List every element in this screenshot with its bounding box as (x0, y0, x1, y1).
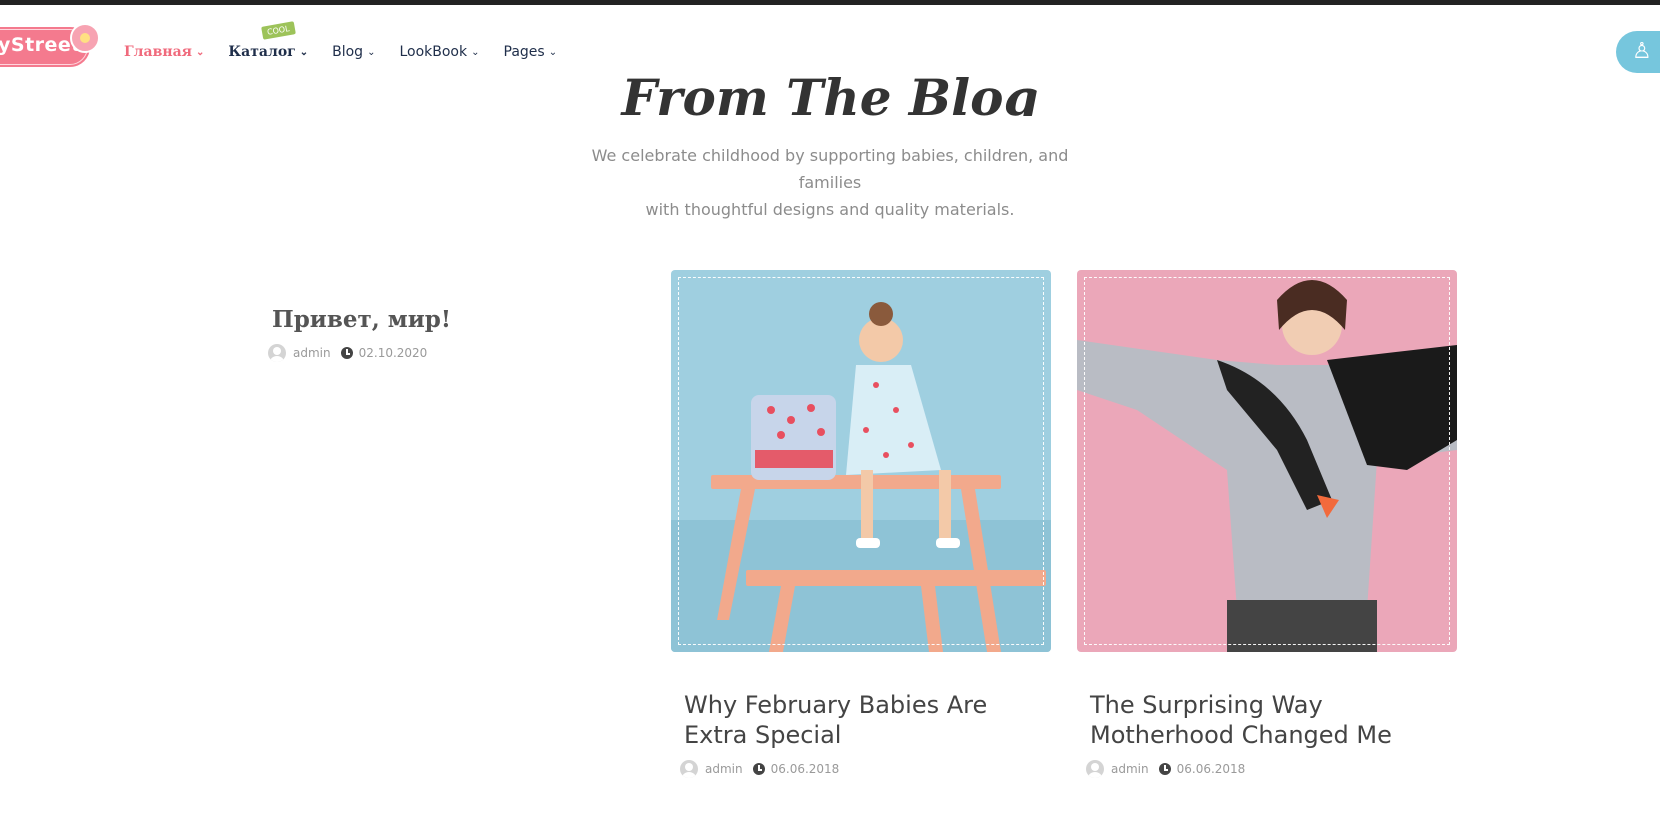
chevron-down-icon: ⌄ (299, 46, 309, 58)
user-icon: ♙ (1632, 39, 1652, 64)
avatar-icon (1086, 760, 1104, 778)
blog-post-hello-world: Привет, мир! admin 02.10.2020 (268, 306, 451, 362)
button-icon (70, 23, 100, 53)
cool-badge: COOL (261, 21, 296, 40)
blog-card: The Surprising Way Motherhood Changed Me… (1077, 270, 1457, 778)
post-author[interactable]: admin (705, 762, 743, 776)
avatar-icon (680, 760, 698, 778)
post-title[interactable]: Why February Babies Are Extra Special (684, 690, 1014, 750)
post-meta: admin 06.06.2018 (1086, 760, 1457, 778)
subtitle-line: with thoughtful designs and quality mate… (645, 200, 1015, 219)
chevron-down-icon: ⌄ (548, 46, 558, 58)
logo-text: yStreet (0, 34, 81, 56)
chevron-down-icon: ⌄ (367, 46, 376, 58)
post-meta: admin 02.10.2020 (268, 344, 427, 362)
post-author[interactable]: admin (1111, 762, 1149, 776)
nav-item-pages[interactable]: Pages ⌄ (504, 44, 558, 60)
post-title[interactable]: The Surprising Way Motherhood Changed Me (1090, 690, 1420, 750)
nav-item-blog[interactable]: Blog ⌄ (332, 44, 375, 60)
post-title[interactable]: Привет, мир! (272, 306, 451, 333)
avatar-icon (268, 344, 286, 362)
nav-item-label: Pages (503, 44, 545, 60)
dashed-frame (1084, 277, 1450, 645)
clock-icon (752, 763, 765, 775)
chevron-down-icon: ⌄ (471, 46, 480, 58)
nav-item-label: LookBook (399, 44, 468, 60)
main-nav: Главная ⌄ Каталог ⌄ COOL Blog ⌄ LookBook… (124, 21, 581, 67)
chevron-down-icon: ⌄ (196, 46, 205, 58)
nav-item-catalog[interactable]: Каталог ⌄ COOL (228, 21, 309, 60)
nav-item-label: Главная (124, 44, 192, 60)
clock-icon (340, 347, 353, 359)
subtitle-line: We celebrate childhood by supporting bab… (591, 146, 1069, 192)
post-image[interactable] (671, 270, 1051, 652)
site-logo[interactable]: yStreet (0, 23, 100, 67)
section-subtitle: We celebrate childhood by supporting bab… (560, 142, 1100, 223)
post-meta: admin 06.06.2018 (680, 760, 1051, 778)
clock-icon (1158, 763, 1171, 775)
post-author[interactable]: admin (293, 346, 331, 360)
dashed-frame (678, 277, 1044, 645)
post-date: 02.10.2020 (358, 346, 428, 360)
post-image[interactable] (1077, 270, 1457, 652)
nav-item-label: Blog (332, 44, 364, 60)
section-title: From The Blog (621, 68, 1039, 116)
post-date: 06.06.2018 (1176, 762, 1246, 776)
blog-card: Why February Babies Are Extra Special ad… (671, 270, 1051, 778)
post-date: 06.06.2018 (770, 762, 840, 776)
nav-item-label: Каталог (228, 44, 296, 60)
nav-item-lookbook[interactable]: LookBook ⌄ (399, 44, 479, 60)
nav-item-home[interactable]: Главная ⌄ (124, 44, 204, 60)
